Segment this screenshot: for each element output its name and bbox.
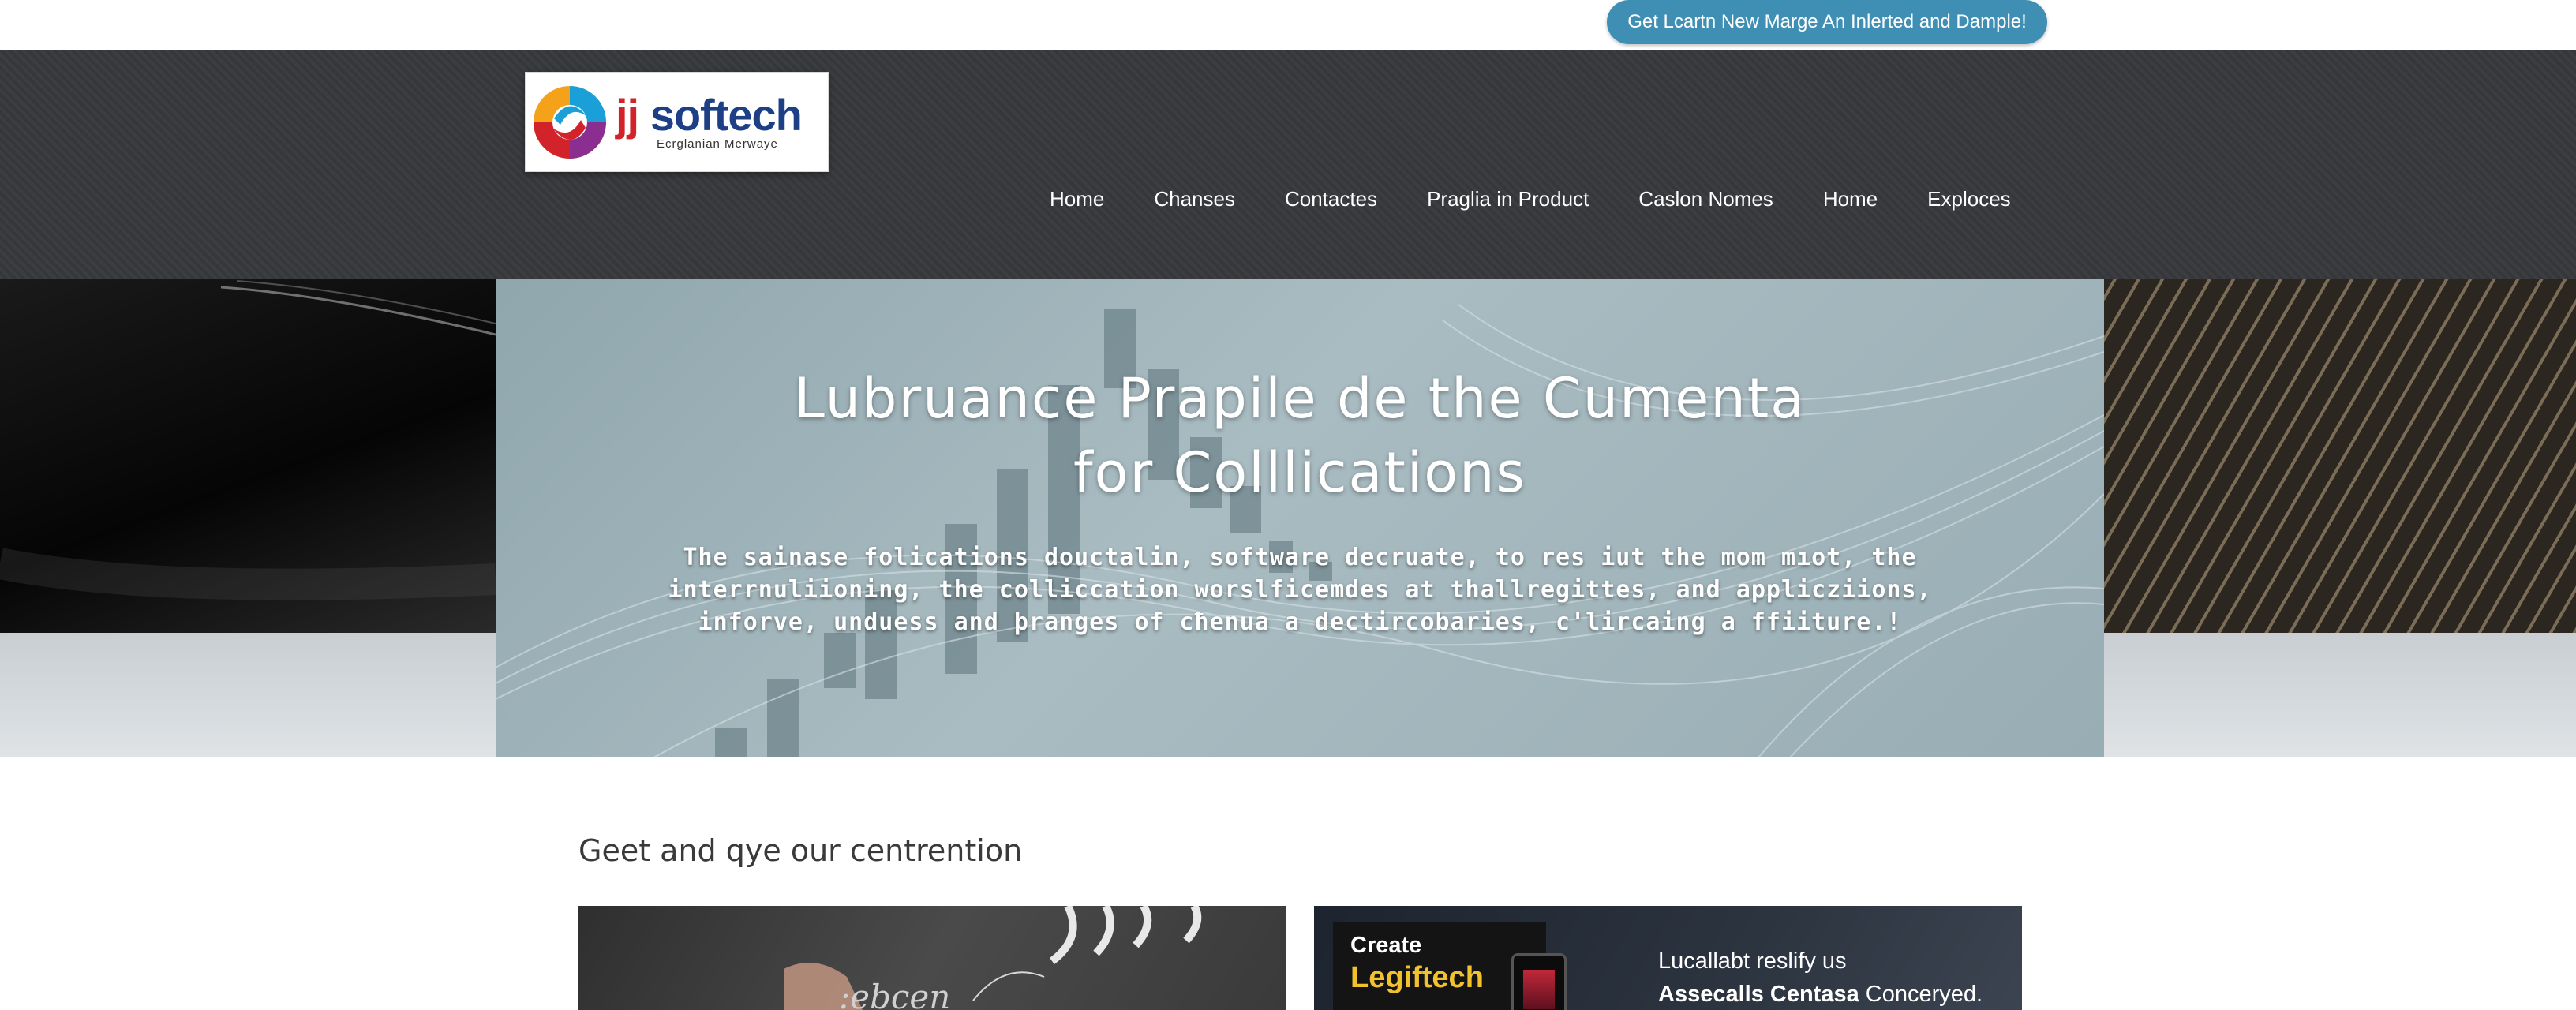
hero-right-backdrop — [2104, 279, 2576, 633]
cta-button[interactable]: Get Lcartn New Marge An Inlerted and Dam… — [1607, 0, 2047, 44]
nav-item-caslon-nomes[interactable]: Caslon Nomes — [1638, 187, 1773, 211]
hero-banner: Lubruance Prapile de the Cumenta for Col… — [496, 279, 2104, 758]
hero-section: Lubruance Prapile de the Cumenta for Col… — [0, 279, 2576, 758]
feature-card-2[interactable]: Create Legiftech Lucallabt reslify us As… — [1314, 906, 2022, 1010]
hero-description-line-3: inforve, unduess and þranges of cħenua a… — [698, 608, 1902, 636]
hero-chart-graphic — [496, 304, 2104, 758]
phone-icon — [1511, 953, 1567, 1010]
hero-description-line-2: interrnuliioning, the colliccation worsl… — [668, 576, 1932, 604]
hero-description: The sainase folications doucta​lin, soft… — [496, 541, 2104, 638]
page: Get Lcartn New Marge An Inlerted and Dam… — [0, 0, 2576, 1010]
card-create-label: Create — [1350, 933, 1422, 958]
logo-wordmark: jj softech — [616, 90, 803, 140]
feature-card-1[interactable]: :ebcen — [578, 906, 1286, 1010]
nav-item-contactes[interactable]: Contactes — [1285, 187, 1377, 211]
card-brand-label: Legiftech — [1350, 961, 1484, 994]
logo-tagline: Ecrglanian Merwaye — [657, 137, 778, 151]
logo-swirl-icon — [530, 79, 609, 166]
nav-item-exploces[interactable]: Exploces — [1927, 187, 2011, 211]
top-bar: Get Lcartn New Marge An Inlerted and Dam… — [0, 0, 2576, 50]
nav-item-home-2[interactable]: Home — [1823, 187, 1878, 211]
hero-description-line-1: The sainase folications doucta​lin, soft… — [683, 544, 1917, 571]
main-nav: Home Chanses Contactes Praglia in Produc… — [1050, 181, 2011, 216]
card-text-line-2: Assecalls Centasa Conceryed. — [1658, 982, 1983, 1007]
hero-left-backdrop — [0, 279, 496, 633]
chalkboard-image: :ebcen — [784, 906, 1202, 1010]
card-text-line-1: Lucallabt reslify us — [1658, 948, 1847, 974]
svg-text::ebcen: :ebcen — [839, 978, 950, 1010]
section-heading: Geet and qye our centrention — [578, 833, 1023, 868]
site-logo[interactable]: jj softech Ecrglanian Merwaye — [525, 72, 829, 172]
hero-title-line-2: for Colllications — [1073, 440, 1526, 505]
hero-title: Lubruance Prapile de the Cumenta for Col… — [496, 361, 2104, 510]
nav-item-praglia-in-product[interactable]: Praglia in Product — [1427, 187, 1589, 211]
nav-item-chanses[interactable]: Chanses — [1154, 187, 1235, 211]
nav-item-home[interactable]: Home — [1050, 187, 1104, 211]
site-header: jj softech Ecrglanian Merwaye Home Chans… — [0, 50, 2576, 279]
hero-title-line-1: Lubruance Prapile de the Cumenta — [793, 366, 1807, 431]
